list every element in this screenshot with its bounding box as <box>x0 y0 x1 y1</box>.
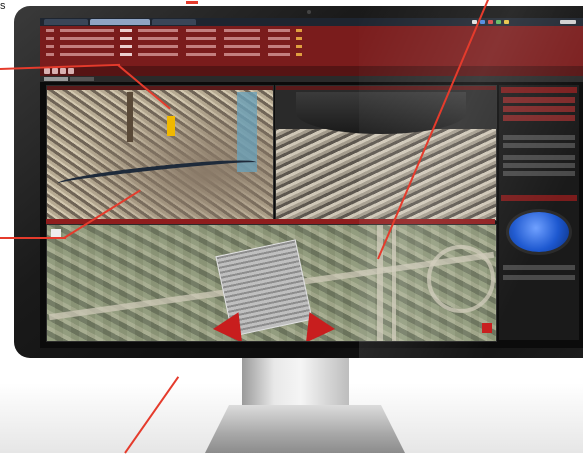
sidebar-field[interactable] <box>503 265 575 270</box>
tree-trunk <box>127 92 133 142</box>
sidebar-button[interactable] <box>503 97 575 103</box>
browser-tab-active[interactable] <box>90 19 150 25</box>
sidebar-field[interactable] <box>503 155 575 160</box>
person-figure <box>167 116 175 136</box>
toolbar-icon[interactable] <box>60 68 66 74</box>
webcam-dot <box>307 10 311 14</box>
control-sidebar <box>499 85 579 340</box>
toolbar-icon[interactable] <box>68 68 74 74</box>
event-table <box>40 26 583 67</box>
tray-icon[interactable] <box>504 20 509 24</box>
sidebar-field[interactable] <box>503 163 575 168</box>
monitor-bezel <box>14 6 583 358</box>
toolbar-icon[interactable] <box>52 68 58 74</box>
hose-line <box>56 155 258 191</box>
sidebar-field[interactable] <box>503 275 575 280</box>
window-titlebar <box>40 18 583 26</box>
tray-icon[interactable] <box>496 20 501 24</box>
sidebar-field[interactable] <box>503 135 575 140</box>
window-controls[interactable] <box>560 20 576 24</box>
map-road <box>392 225 396 341</box>
view-tabs <box>40 76 583 82</box>
table-row[interactable] <box>46 36 577 42</box>
aerial-map[interactable] <box>46 224 497 342</box>
ptz-control-pad[interactable] <box>509 212 569 252</box>
table-row[interactable] <box>46 52 577 58</box>
camera-feed-1[interactable] <box>46 85 274 221</box>
corner-caption-fragment: s <box>0 0 6 12</box>
browser-tab[interactable] <box>44 19 88 25</box>
toolbar-icon[interactable] <box>44 68 50 74</box>
monitor-stand-foot <box>205 405 405 453</box>
map-road <box>377 225 383 341</box>
sidebar-button[interactable] <box>503 115 575 121</box>
callout-line <box>0 237 66 239</box>
callout-line <box>186 1 198 4</box>
view-tab-active[interactable] <box>44 77 68 81</box>
browser-tab[interactable] <box>152 19 196 25</box>
camera-feed-2[interactable] <box>275 85 497 221</box>
map-logo-icon <box>482 323 492 333</box>
panel-header <box>276 86 496 90</box>
sidebar-field[interactable] <box>503 143 575 148</box>
tray-icon[interactable] <box>488 20 493 24</box>
table-row[interactable] <box>46 28 577 34</box>
sidebar-field[interactable] <box>503 171 575 176</box>
sidebar-header <box>501 195 577 201</box>
map-loop-road <box>427 245 495 313</box>
sidebar-header <box>501 87 577 93</box>
tray-icon[interactable] <box>480 20 485 24</box>
panel-header <box>47 86 273 90</box>
table-row[interactable] <box>46 44 577 50</box>
sidebar-button[interactable] <box>503 106 575 112</box>
view-tab[interactable] <box>70 77 94 81</box>
